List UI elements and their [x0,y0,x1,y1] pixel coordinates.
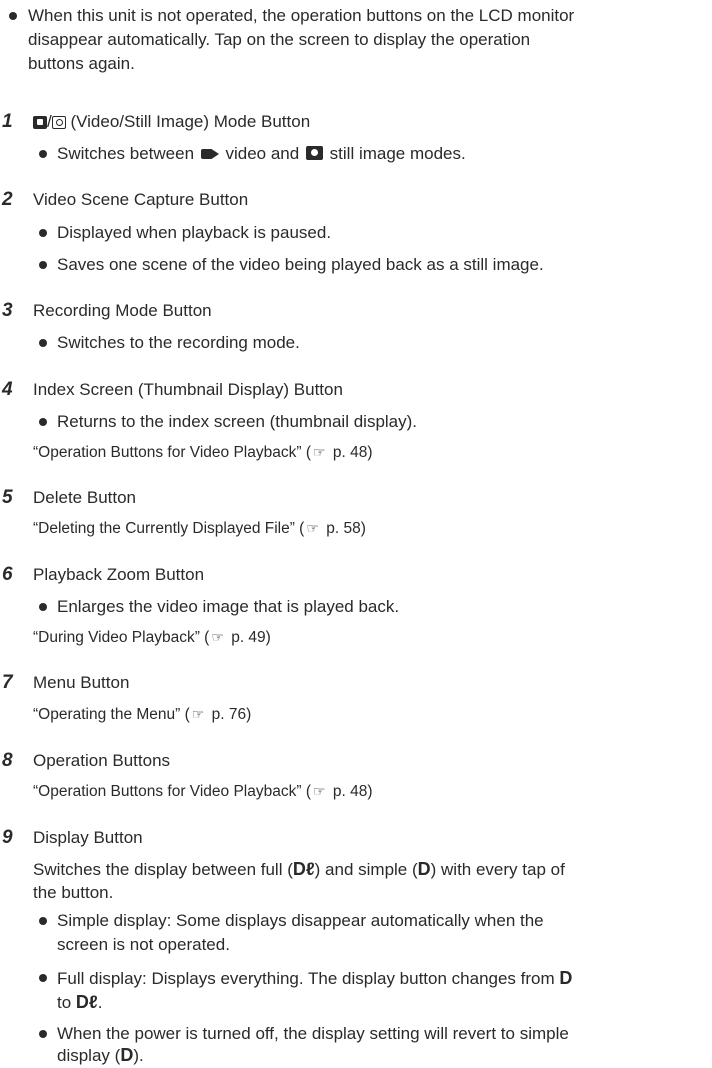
item-bullet: Enlarges the video image that is played … [57,597,400,616]
item-paragraph: Switches the display between full (Dℓ) a… [33,859,565,879]
full-display-icon: Dℓ [75,992,98,1012]
item-bullet: Switches to the recording mode. [57,333,300,352]
item-bullet: display (D). [57,1045,144,1065]
still-mode-icon [51,116,66,129]
page-reference-link[interactable]: “During Video Playback” (☞ p. 49) [33,625,271,650]
intro-line: disappear automatically. Tap on the scre… [28,30,531,49]
item-title: Recording Mode Button [33,301,212,320]
bullet-dot [39,261,47,269]
simple-display-icon: D [417,859,431,879]
item-number: 5 [2,487,13,508]
item-bullet: Simple display: Some displays disappear … [57,911,544,930]
simple-display-icon: D [559,968,573,988]
item-bullet: to Dℓ. [57,992,103,1012]
intro-line: When this unit is not operated, the oper… [28,6,575,25]
item-number: 4 [2,379,13,400]
item-number: 3 [2,300,13,321]
item-title: Delete Button [33,488,137,507]
item-title: Playback Zoom Button [33,565,205,584]
item-number: 9 [2,827,13,848]
item-number: 2 [2,189,13,210]
bullet-dot [39,603,47,611]
item-number: 6 [2,564,13,585]
item-bullet: screen is not operated. [57,935,230,954]
simple-display-icon: D [120,1045,134,1065]
item-title: Index Screen (Thumbnail Display) Button [33,380,343,399]
item-number: 1 [2,111,13,132]
page-reference-icon: ☞ [306,520,319,536]
bullet-dot [39,229,47,237]
bullet-dot [39,339,47,347]
page-reference-icon: ☞ [313,783,326,799]
item-paragraph: the button. [33,883,114,902]
bullet-dot [39,150,47,158]
item-number: 8 [2,750,13,771]
page-reference-link[interactable]: “Operation Buttons for Video Playback” (… [33,440,373,465]
bullet-dot [39,917,47,925]
page-reference-link[interactable]: “Deleting the Currently Displayed File” … [33,516,366,541]
intro-line: buttons again. [28,54,135,73]
item-bullet: Full display: Displays everything. The d… [57,968,573,988]
item-title: Video Scene Capture Button [33,190,249,209]
still-camera-icon [305,146,323,160]
video-camera-icon [200,146,219,160]
item-title: Display Button [33,828,143,847]
bullet-dot [39,418,47,426]
item-bullet: Saves one scene of the video being playe… [57,255,544,274]
bullet-dot [39,1030,47,1038]
page-reference-link[interactable]: “Operating the Menu” (☞ p. 76) [33,702,251,727]
full-display-icon: Dℓ [292,859,315,879]
page-reference-icon: ☞ [313,444,326,460]
item-number: 7 [2,672,13,693]
item-title: / (Video/Still Image) Mode Button [33,110,310,134]
page-reference-link[interactable]: “Operation Buttons for Video Playback” (… [33,779,373,804]
item-title: Menu Button [33,673,130,692]
bullet-dot [39,974,47,982]
item-bullet: Returns to the index screen (thumbnail d… [57,412,418,431]
video-mode-icon [33,116,47,129]
bullet-dot [9,12,17,20]
item-bullet: Switches between video and still image m… [57,144,466,163]
manual-page: When this unit is not operated, the oper… [0,0,712,1067]
item-bullet: Displayed when playback is paused. [57,223,332,242]
page-reference-icon: ☞ [191,706,205,722]
page-reference-icon: ☞ [211,629,224,645]
item-title: Operation Buttons [33,751,171,770]
